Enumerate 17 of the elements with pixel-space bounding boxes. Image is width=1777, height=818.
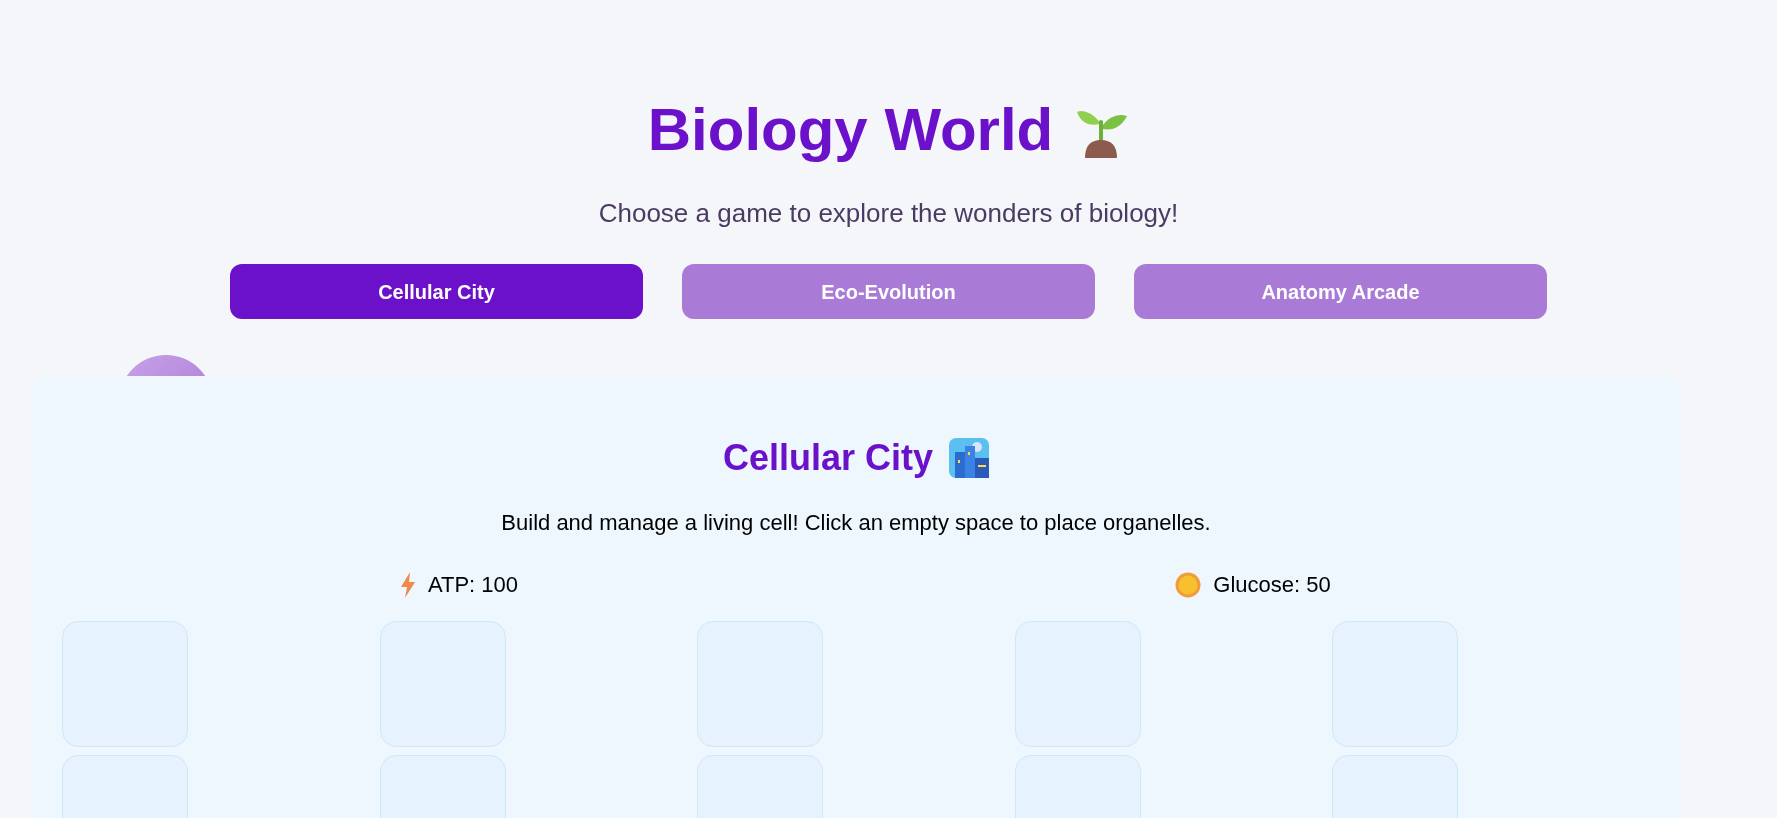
game-description: Build and manage a living cell! Click an empty space to place organelles.	[500, 512, 1212, 534]
empty-slot[interactable]	[1014, 621, 1141, 747]
city-icon	[949, 438, 990, 478]
page-subtitle: Choose a game to explore the wonders of biology!	[598, 200, 1179, 226]
page-title: Biology World	[647, 100, 1054, 160]
game-tab[interactable]: Eco-Evolution	[682, 264, 1095, 319]
empty-slot[interactable]	[697, 621, 824, 747]
empty-slot[interactable]	[1332, 621, 1459, 747]
stat-label: ATP: 100	[427, 571, 519, 599]
game-title: Cellular City	[722, 440, 934, 476]
game-tab[interactable]: Cellular City	[230, 264, 643, 319]
sun-icon	[1175, 571, 1202, 598]
empty-slot[interactable]	[379, 621, 506, 747]
game-tab[interactable]: Anatomy Arcade	[1134, 264, 1547, 319]
empty-slot[interactable]	[62, 621, 188, 747]
lightning-icon	[399, 571, 416, 598]
stat-label: Glucose: 50	[1213, 571, 1331, 599]
